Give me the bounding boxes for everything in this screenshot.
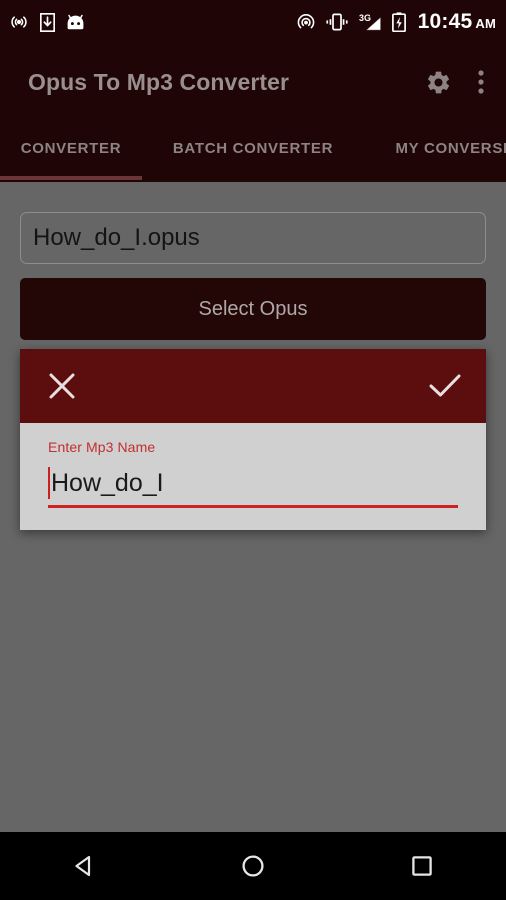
tab-active-indicator — [0, 176, 142, 180]
status-bar-left-icons — [9, 12, 85, 32]
close-icon[interactable] — [46, 370, 78, 402]
back-triangle-icon[interactable] — [34, 853, 134, 879]
status-bar-right-icons: 3G 10:45 AM — [296, 10, 496, 34]
status-bar-clock: 10:45 AM — [418, 10, 496, 34]
dialog-toolbar — [20, 349, 486, 423]
recents-square-icon[interactable] — [372, 854, 472, 878]
select-opus-button[interactable]: Select Opus — [20, 278, 486, 340]
home-circle-icon[interactable] — [203, 853, 303, 879]
app-bar: Opus To Mp3 Converter — [0, 44, 506, 120]
android-navigation-bar — [0, 832, 506, 900]
tab-converter[interactable]: CONVERTER — [0, 140, 142, 157]
text-caret — [48, 467, 50, 499]
tab-my-conversions[interactable]: MY CONVERSIONS — [364, 140, 506, 157]
tab-batch-converter[interactable]: BATCH CONVERTER — [142, 140, 364, 157]
dialog-body: Enter Mp3 Name How_do_I — [20, 423, 486, 530]
more-vertical-icon[interactable] — [478, 69, 484, 95]
check-icon[interactable] — [428, 371, 462, 401]
page-title: Opus To Mp3 Converter — [28, 68, 290, 95]
svg-text:3G: 3G — [359, 13, 371, 23]
selected-file-field[interactable]: How_do_I.opus — [20, 212, 486, 264]
tab-row: CONVERTER BATCH CONVERTER MY CONVERSIONS — [0, 120, 506, 176]
clock-ampm: AM — [475, 16, 496, 31]
download-icon — [39, 12, 56, 32]
battery-charging-icon — [391, 12, 406, 33]
app-bar-actions — [425, 69, 484, 96]
select-opus-button-label: Select Opus — [198, 297, 308, 320]
mp3-name-input[interactable]: How_do_I — [48, 461, 458, 508]
signal-3g-icon: 3G — [358, 12, 383, 32]
gear-icon[interactable] — [425, 69, 452, 96]
hotspot-icon — [296, 13, 316, 32]
clock-time: 10:45 — [417, 10, 473, 33]
enter-mp3-name-dialog: Enter Mp3 Name How_do_I — [20, 349, 486, 530]
cast-icon — [9, 13, 29, 31]
tab-bar: CONVERTER BATCH CONVERTER MY CONVERSIONS — [0, 120, 506, 182]
mp3-name-value: How_do_I — [51, 468, 164, 497]
mp3-name-label: Enter Mp3 Name — [48, 439, 156, 455]
status-bar: 3G 10:45 AM — [0, 0, 506, 44]
selected-file-name: How_do_I.opus — [33, 224, 200, 251]
android-head-icon — [66, 14, 85, 31]
vibrate-icon — [325, 13, 349, 31]
